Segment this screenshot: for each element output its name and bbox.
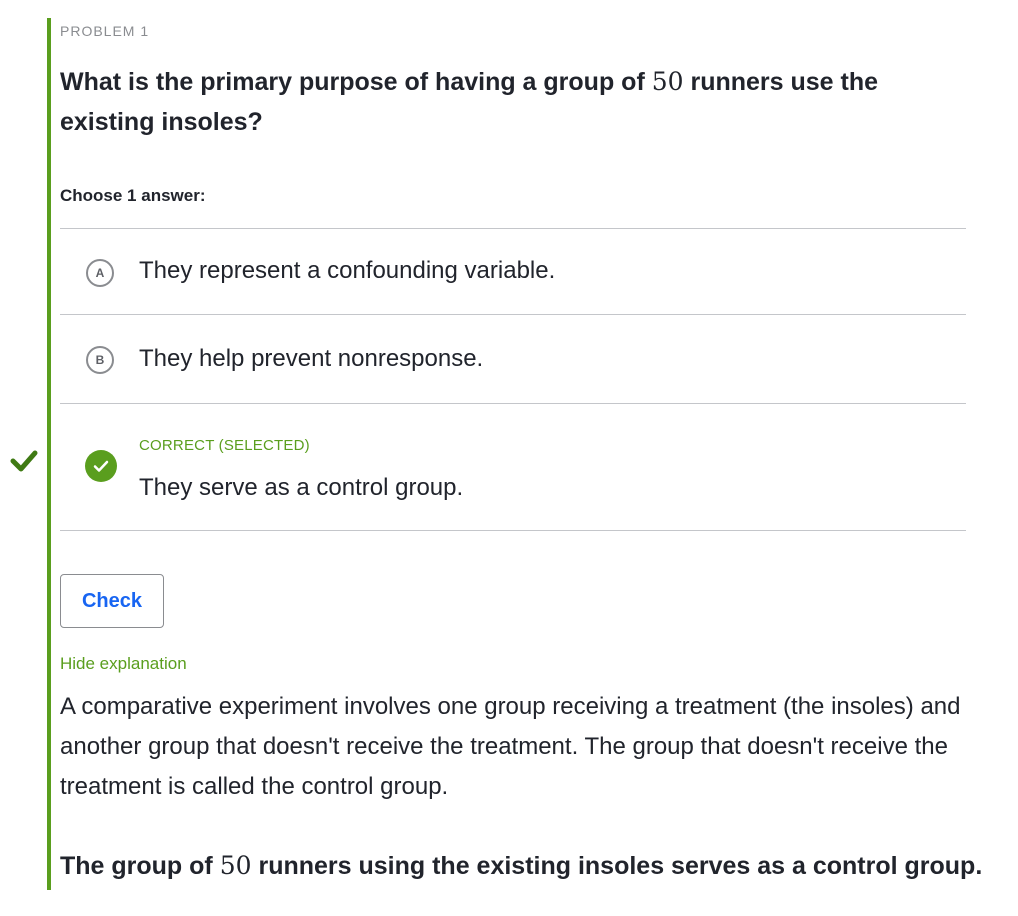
- divider: [60, 530, 966, 531]
- conclusion-text-part: The group of: [60, 852, 220, 880]
- hide-explanation-link[interactable]: Hide explanation: [60, 654, 187, 674]
- answer-option-c[interactable]: [60, 404, 966, 530]
- option-text-a: They represent a confounding variable.: [139, 257, 556, 284]
- result-checkmark-icon: [10, 450, 38, 472]
- option-text-c: They serve as a control group.: [139, 474, 464, 501]
- choose-instruction: Choose 1 answer:: [60, 186, 206, 205]
- question-text: What is the primary purpose of having a …: [60, 62, 966, 142]
- conclusion-text-part: runners using the existing insoles serve…: [251, 852, 983, 880]
- question-number: 50: [651, 67, 684, 96]
- explanation-text: A comparative experiment involves one gr…: [60, 693, 961, 800]
- answer-option-a[interactable]: A They represent a confounding variable.: [60, 229, 966, 314]
- correct-selected-status: CORRECT (SELECTED): [139, 437, 310, 454]
- check-button[interactable]: Check: [60, 574, 164, 628]
- option-text-b: They help prevent nonresponse.: [139, 345, 484, 372]
- option-letter-a: A: [86, 259, 114, 287]
- conclusion-number: 50: [219, 851, 252, 880]
- problem-label: PROBLEM 1: [60, 23, 150, 39]
- answer-option-b[interactable]: B They help prevent nonresponse.: [60, 315, 966, 403]
- explanation-conclusion: The group of 50 runners using the existi…: [60, 851, 990, 881]
- question-text-part: What is the primary purpose of having a …: [60, 68, 652, 96]
- left-accent-bar: [47, 18, 51, 890]
- correct-answer-check-icon: [85, 450, 117, 482]
- option-letter-b: B: [86, 346, 114, 374]
